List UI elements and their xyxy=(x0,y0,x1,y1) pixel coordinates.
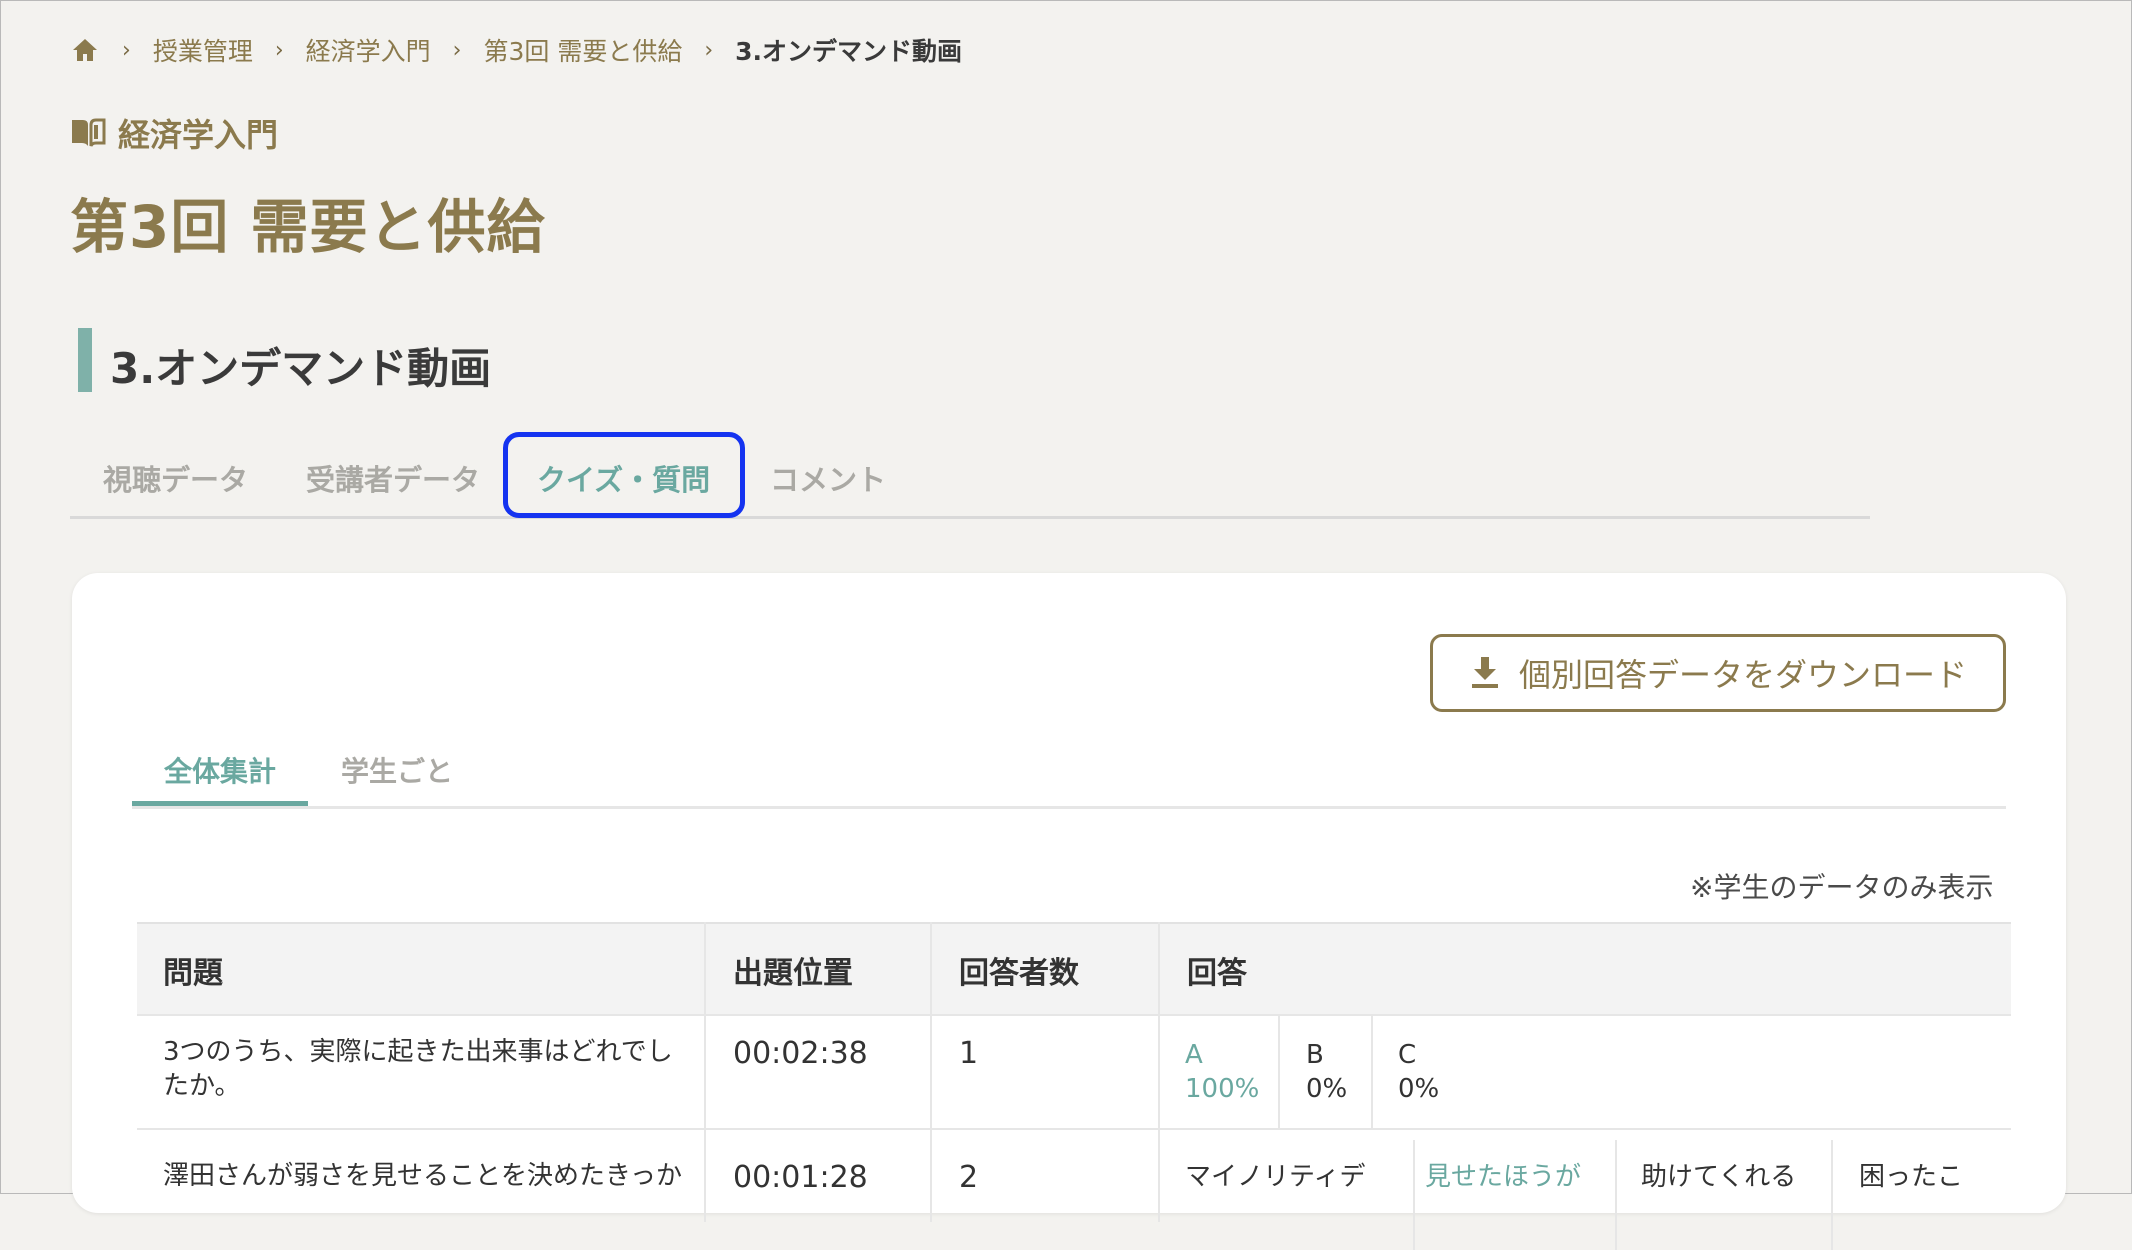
tab-bar: 視聴データ 受講者データ クイズ・質問 コメント xyxy=(70,450,1870,519)
breadcrumb-link-course[interactable]: 経済学入門 xyxy=(306,32,431,68)
answer-option-label: 困ったこ xyxy=(1859,1162,1964,1192)
answer-option-label: マイノリティデ xyxy=(1185,1162,1366,1192)
home-icon[interactable] xyxy=(70,35,100,65)
tab-student-data[interactable]: 受講者データ xyxy=(306,450,480,506)
students-only-note: ※学生のデータのみ表示 xyxy=(1690,871,1994,904)
column-header-position: 出題位置 xyxy=(733,956,853,991)
course-name: 経済学入門 xyxy=(118,116,279,154)
question-position: 00:02:38 xyxy=(733,1036,868,1071)
column-header-answers: 回答 xyxy=(1187,956,1247,991)
chevron-right-icon: › xyxy=(452,37,462,63)
answer-option-percent: 0% xyxy=(1306,1074,1348,1104)
answer-option-label: A xyxy=(1185,1040,1203,1070)
table-row[interactable]: 3つのうち、実際に起きた出来事はどれでし たか。 00:02:38 1 A 10… xyxy=(137,1014,2011,1130)
answer-option-label: 助けてくれる xyxy=(1641,1162,1797,1192)
question-text-line1: 澤田さんが弱さを見せることを決めたきっか xyxy=(163,1161,682,1191)
download-label: 個別回答データをダウンロード xyxy=(1518,656,1967,694)
answer-option-label: B xyxy=(1306,1040,1324,1070)
download-icon xyxy=(1469,655,1503,691)
breadcrumb-link-class-management[interactable]: 授業管理 xyxy=(153,32,253,68)
active-tab-highlight xyxy=(503,432,745,518)
breadcrumb: › 授業管理 › 経済学入門 › 第3回 需要と供給 › 3.オンデマンド動画 xyxy=(70,32,962,68)
question-text-line2: たか。 xyxy=(163,1071,241,1101)
download-responses-button[interactable]: 個別回答データをダウンロード xyxy=(1430,634,2006,712)
breadcrumb-current: 3.オンデマンド動画 xyxy=(735,37,963,66)
chevron-right-icon: › xyxy=(704,37,714,63)
section-accent-bar xyxy=(78,328,92,392)
table-row[interactable]: 澤田さんが弱さを見せることを決めたきっか 00:01:28 2 マイノリティデ … xyxy=(137,1128,2011,1250)
answer-option-label: C xyxy=(1398,1040,1417,1070)
respondent-count: 1 xyxy=(959,1036,979,1071)
tab-comments[interactable]: コメント xyxy=(770,450,886,506)
subtab-per-student[interactable]: 学生ごと xyxy=(341,740,453,800)
question-position: 00:01:28 xyxy=(733,1160,868,1195)
book-icon xyxy=(70,116,108,150)
table-header: 問題 出題位置 回答者数 回答 xyxy=(137,922,2011,1016)
course-heading: 経済学入門 xyxy=(70,110,278,156)
respondent-count: 2 xyxy=(959,1160,979,1195)
column-header-respondents: 回答者数 xyxy=(959,956,1079,991)
answer-option-percent: 0% xyxy=(1398,1074,1440,1104)
question-text-line1: 3つのうち、実際に起きた出来事はどれでし xyxy=(163,1037,673,1067)
breadcrumb-link-lecture[interactable]: 第3回 需要と供給 xyxy=(483,32,682,68)
tab-viewing-data[interactable]: 視聴データ xyxy=(103,450,248,506)
subtab-bar: 全体集計 学生ごと xyxy=(132,740,2006,809)
subtab-overall-summary[interactable]: 全体集計 xyxy=(164,740,276,800)
chevron-right-icon: › xyxy=(122,37,131,63)
page-title: 第3回 需要と供給 xyxy=(70,193,546,261)
answer-option-percent: 100% xyxy=(1185,1074,1260,1104)
answer-option-label: 見せたほうが xyxy=(1425,1162,1582,1192)
chevron-right-icon: › xyxy=(274,37,284,63)
column-header-question: 問題 xyxy=(163,956,223,991)
subtab-active-indicator xyxy=(132,801,308,806)
section-title: 3.オンデマンド動画 xyxy=(110,344,492,393)
